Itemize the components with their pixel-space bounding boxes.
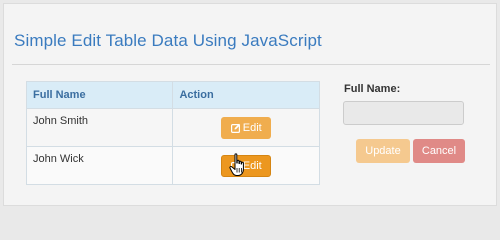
cancel-button[interactable]: Cancel [413,139,465,163]
table-header-row: Full Name Action [25,81,320,109]
edit-button-row-1[interactable]: Edit [221,116,272,139]
edit-button-label: Edit [242,121,262,134]
edit-button-label: Edit [242,159,262,172]
main-panel: Simple Edit Table Data Using JavaScript … [3,3,497,206]
title-divider [12,64,490,65]
table-row: John Wick Edit [25,146,320,185]
edit-button-row-2[interactable]: Edit [221,154,272,177]
table-row: John Smith Edit [25,108,320,147]
cell-action: Edit [172,108,320,147]
column-header-action: Action [172,81,320,109]
edit-square-icon [230,123,240,133]
page-title: Simple Edit Table Data Using JavaScript [14,31,322,50]
data-table: Full Name Action John Smith Edit John Wi… [25,81,320,185]
cell-action: Edit [172,146,320,185]
column-header-full-name: Full Name [25,81,174,109]
full-name-label: Full Name: [344,83,401,95]
update-button[interactable]: Update [356,139,410,163]
full-name-input[interactable] [343,101,464,125]
edit-square-icon [230,161,240,171]
cell-full-name: John Smith [25,108,174,147]
cell-full-name: John Wick [25,146,174,185]
